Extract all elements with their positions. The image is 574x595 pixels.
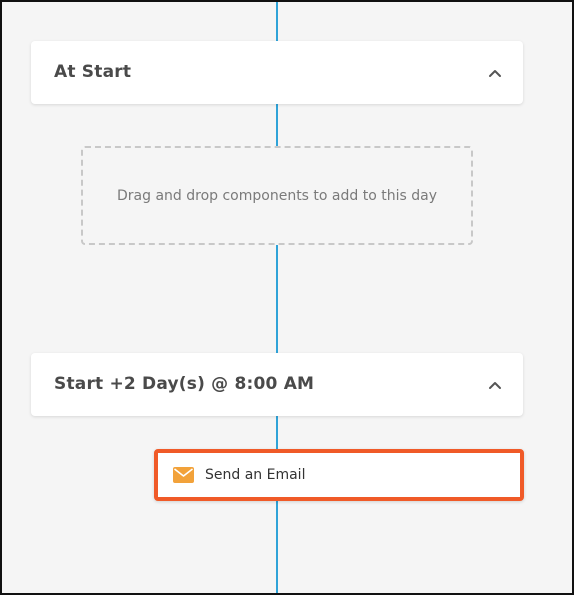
envelope-icon [173,467,194,483]
chevron-up-icon[interactable] [485,375,505,395]
section-header-start-plus-2-days[interactable]: Start +2 Day(s) @ 8:00 AM [31,353,523,416]
workflow-canvas: At Start Drag and drop components to add… [0,0,574,595]
section-title: Start +2 Day(s) @ 8:00 AM [54,374,315,394]
component-dropzone[interactable]: Drag and drop components to add to this … [81,146,473,245]
section-header-at-start[interactable]: At Start [31,41,523,104]
chevron-up-icon[interactable] [485,63,505,83]
send-email-component[interactable]: Send an Email [154,449,524,501]
component-label: Send an Email [205,467,306,483]
section-title: At Start [54,62,132,82]
dropzone-text: Drag and drop components to add to this … [117,187,437,204]
